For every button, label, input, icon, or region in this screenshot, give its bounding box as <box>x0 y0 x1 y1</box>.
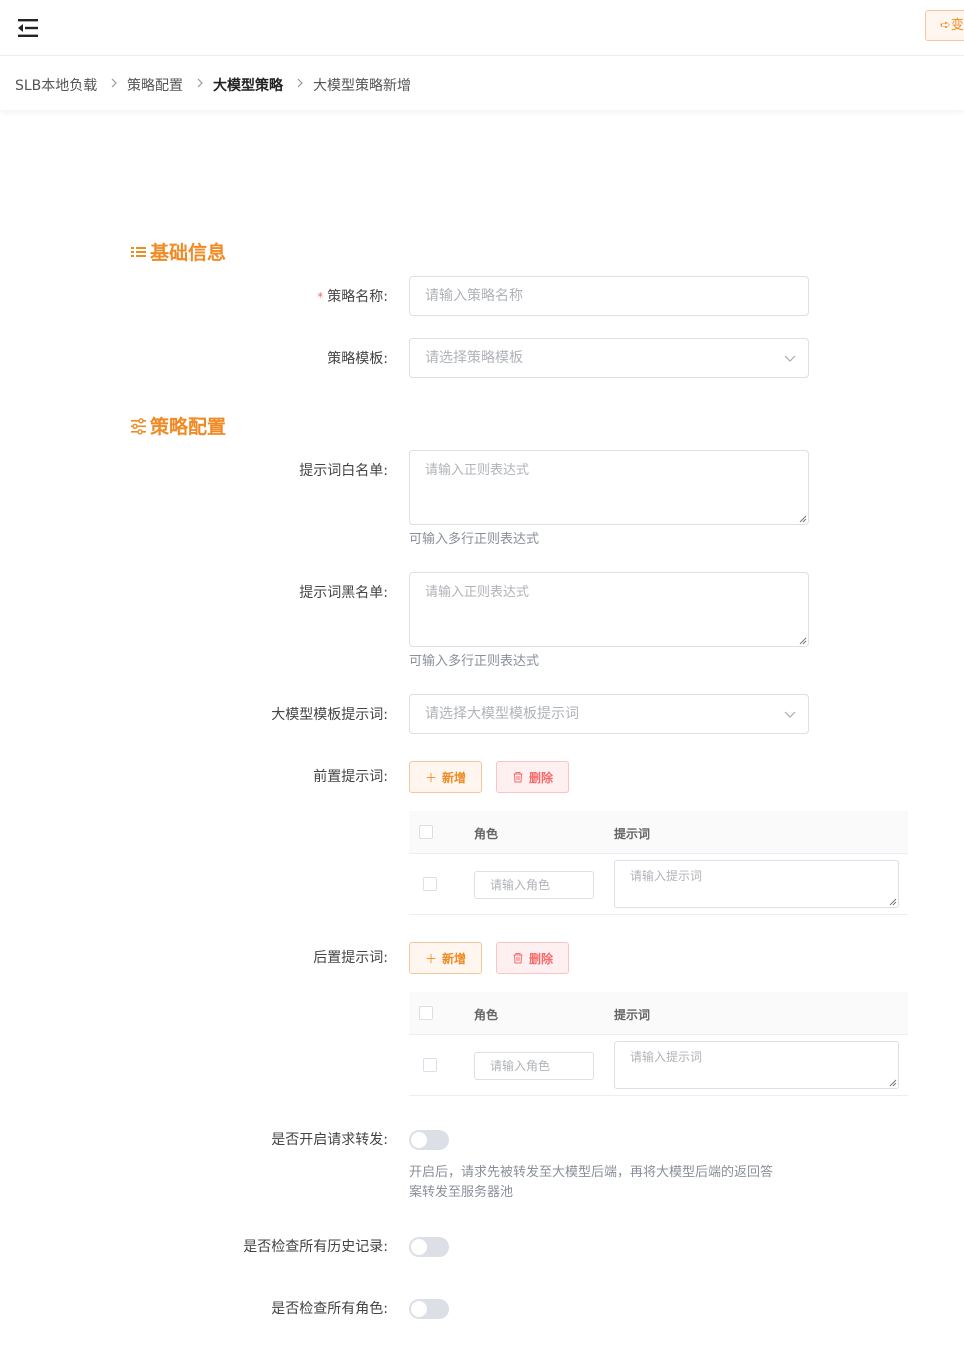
column-prompt: 提示词 <box>614 1008 651 1022</box>
resize-handle-icon[interactable] <box>889 898 897 906</box>
row-checkbox[interactable] <box>423 1058 437 1072</box>
forward-hint: 开启后，请求先被转发至大模型后端，再将大模型后端的返回答 案转发至服务器池 <box>409 1165 774 1200</box>
breadcrumb-item-llm-strategy[interactable]: 大模型策略 <box>213 75 283 95</box>
chevron-right-icon <box>297 78 303 88</box>
whitelist-textarea[interactable]: 请输入正则表达式 <box>409 450 809 525</box>
forward-label: 是否开启请求转发: <box>271 1132 388 1148</box>
prompt-textarea[interactable]: 请输入提示词 <box>614 860 899 908</box>
required-mark: * <box>317 290 324 304</box>
blacklist-label: 提示词黑名单: <box>299 585 388 601</box>
breadcrumb-item-strategy-config[interactable]: 策略配置 <box>127 75 183 95</box>
role-input[interactable]: 请输入角色 <box>474 1052 594 1080</box>
resize-handle-icon[interactable] <box>799 515 807 523</box>
strategy-template-placeholder: 请选择策略模板 <box>425 350 523 366</box>
check-roles-label: 是否检查所有角色: <box>271 1301 388 1317</box>
section-title-basic: 基础信息 <box>130 238 226 265</box>
table-row: 请输入角色 请输入提示词 <box>409 854 908 915</box>
forward-switch[interactable] <box>409 1130 449 1150</box>
strategy-template-select[interactable]: 请选择策略模板 <box>409 338 809 378</box>
section-title-strategy: 策略配置 <box>130 412 226 439</box>
sliders-icon <box>131 417 146 435</box>
trash-icon <box>513 772 523 783</box>
list-icon <box>131 246 146 257</box>
column-role: 角色 <box>474 827 499 841</box>
post-prompt-delete-button[interactable]: 删除 <box>496 942 569 974</box>
select-all-checkbox[interactable] <box>419 825 433 839</box>
column-prompt: 提示词 <box>614 827 651 841</box>
switch-knob <box>411 1132 427 1148</box>
check-history-label: 是否检查所有历史记录: <box>243 1239 388 1255</box>
whitelist-hint: 可输入多行正则表达式 <box>409 532 540 547</box>
pre-prompt-label: 前置提示词: <box>313 769 388 785</box>
breadcrumb-item-slb[interactable]: SLB本地负载 <box>15 75 97 95</box>
blacklist-textarea[interactable]: 请输入正则表达式 <box>409 572 809 647</box>
section-title-basic-text: 基础信息 <box>150 242 227 264</box>
blacklist-hint: 可输入多行正则表达式 <box>409 654 540 669</box>
role-input[interactable]: 请输入角色 <box>474 871 594 899</box>
table-header: 角色 提示词 <box>409 992 908 1035</box>
table-header: 角色 提示词 <box>409 811 908 854</box>
prompt-textarea[interactable]: 请输入提示词 <box>614 1041 899 1089</box>
chevron-down-icon <box>784 711 796 718</box>
pre-prompt-delete-button[interactable]: 删除 <box>496 761 569 793</box>
check-roles-switch[interactable] <box>409 1299 449 1319</box>
trash-icon <box>513 953 523 964</box>
pre-prompt-add-button[interactable]: ＋新增 <box>409 761 482 793</box>
top-action-button[interactable]: ➪变 <box>925 10 964 41</box>
chevron-right-icon <box>111 78 117 88</box>
chevron-right-icon <box>197 78 203 88</box>
llm-template-label: 大模型模板提示词: <box>271 707 388 723</box>
post-prompt-label: 后置提示词: <box>313 950 388 966</box>
switch-knob <box>411 1239 427 1255</box>
strategy-name-input[interactable]: 请输入策略名称 <box>409 276 809 316</box>
row-checkbox[interactable] <box>423 877 437 891</box>
select-all-checkbox[interactable] <box>419 1006 433 1020</box>
resize-handle-icon[interactable] <box>799 637 807 645</box>
top-bar: ➪变 <box>0 0 964 56</box>
strategy-name-label: * 策略名称: <box>317 289 388 305</box>
switch-knob <box>411 1301 427 1317</box>
breadcrumb-item-llm-strategy-add: 大模型策略新增 <box>313 78 411 94</box>
table-row: 请输入角色 请输入提示词 <box>409 1035 908 1096</box>
column-role: 角色 <box>474 1008 499 1022</box>
strategy-template-label: 策略模板: <box>327 351 388 367</box>
section-title-strategy-text: 策略配置 <box>150 416 227 438</box>
post-prompt-add-button[interactable]: ＋新增 <box>409 942 482 974</box>
menu-fold-icon[interactable] <box>16 17 40 39</box>
plus-icon: ＋ <box>424 770 437 785</box>
whitelist-label: 提示词白名单: <box>299 463 388 479</box>
plus-icon: ＋ <box>424 951 437 966</box>
llm-template-select[interactable]: 请选择大模型模板提示词 <box>409 694 809 734</box>
chevron-down-icon <box>784 355 796 362</box>
breadcrumb: SLB本地负载 策略配置 大模型策略 大模型策略新增 <box>0 56 964 110</box>
resize-handle-icon[interactable] <box>889 1079 897 1087</box>
check-history-switch[interactable] <box>409 1237 449 1257</box>
